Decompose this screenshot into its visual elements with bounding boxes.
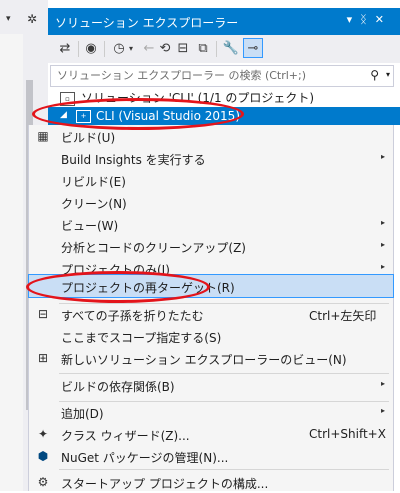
sync-icon[interactable]: ⟲ [156,39,174,57]
search-input[interactable] [51,66,363,84]
search-options-icon[interactable]: ▾ [386,70,390,79]
class-wizard-icon: ✦ [37,427,49,441]
menu-item-label: すべての子孫を折りたたむ [61,309,204,323]
search-icon[interactable]: ⚲ [370,68,379,82]
submenu-arrow-icon: ▸ [380,152,385,161]
window-dropdown-icon[interactable]: ▾ [347,13,361,26]
properties-wrench-icon[interactable]: 🔧 [222,39,240,57]
search-box[interactable]: ⚲ ▾ [50,65,394,87]
project-icon: + [76,110,91,123]
tree-project-node[interactable]: ◢ + CLI (Visual Studio 2015) [48,107,400,125]
menu-item-startup-config[interactable]: ⚙ スタートアップ プロジェクトの構成... [29,471,393,493]
menu-item-scope-to-this[interactable]: ここまでスコープ指定する(S) [29,325,393,347]
toolbar-separator [216,41,217,57]
menu-item-rebuild[interactable]: リビルド(E) [29,169,393,191]
menu-item-label: ここまでスコープ指定する(S) [61,331,222,345]
menu-item-label: NuGet パッケージの管理(N)... [61,451,229,465]
menu-item-label: クリーン(N) [61,197,127,211]
menu-item-label: 分析とコードのクリーンアップ(Z) [61,241,246,255]
gear-icon[interactable]: ✲ [27,12,37,26]
menu-item-label: ビルドの依存関係(B) [61,380,175,394]
gear-icon: ⚙ [37,475,49,489]
menu-item-label: ビルド(U) [61,131,116,145]
menu-item-label: ビュー(W) [61,219,119,233]
menu-item-add[interactable]: 追加(D) ▸ [29,401,393,423]
menu-item-view[interactable]: ビュー(W) ▸ [29,213,393,235]
menu-separator [59,469,389,470]
window-title: ソリューション エクスプローラー [55,16,239,30]
collapse-all-icon[interactable]: ⊟ [174,39,192,57]
menu-item-label: リビルド(E) [61,175,126,189]
menu-item-class-wizard[interactable]: ✦ クラス ウィザード(Z)... Ctrl+Shift+X [29,423,393,445]
toolbar-separator [78,41,79,57]
globe-icon[interactable]: ◉ [82,39,100,57]
menu-item-build[interactable]: ▦ ビルド(U) [29,125,393,147]
menu-item-new-explorer-view[interactable]: ⊞ 新しいソリューション エクスプローラーのビュー(N) [29,347,393,369]
nuget-icon: ⬢ [37,449,49,463]
menu-item-label: クラス ウィザード(Z)... [61,429,190,443]
menu-item-retarget-project[interactable]: プロジェクトの再ターゲット(R) [28,274,394,298]
build-icon: ▦ [37,129,49,143]
menu-item-label: 新しいソリューション エクスプローラーのビュー(N) [61,353,347,367]
submenu-arrow-icon: ▸ [380,406,385,415]
toolbar-separator [104,41,105,57]
context-menu: ▦ ビルド(U) Build Insights を実行する ▸ リビルド(E) … [28,125,394,491]
dropdown-icon[interactable]: ▾ [126,39,136,57]
menu-item-build-dependencies[interactable]: ビルドの依存関係(B) ▸ [29,374,393,396]
solution-explorer-titlebar: ソリューション エクスプローラー ▾ᛝ✕ [48,8,400,35]
editor-area [0,34,23,491]
menu-item-label: 追加(D) [61,407,104,421]
new-view-icon: ⊞ [37,351,49,365]
collapse-icon: ⊟ [37,307,49,321]
menu-shortcut: Ctrl+左矢印 [309,309,377,323]
menu-shortcut: Ctrl+Shift+X [309,427,386,441]
submenu-arrow-icon: ▸ [380,262,385,271]
menu-item-collapse-descendants[interactable]: ⊟ すべての子孫を折りたたむ Ctrl+左矢印 [29,303,393,325]
switch-views-icon[interactable]: ⇄ [56,39,74,57]
submenu-arrow-icon: ▸ [380,240,385,249]
menu-item-analyze[interactable]: 分析とコードのクリーンアップ(Z) ▸ [29,235,393,257]
preview-selected-icon[interactable]: ⊸ [243,38,263,58]
submenu-arrow-icon: ▸ [380,379,385,388]
tree-solution-node[interactable]: ▫ ソリューション 'CLI' (1/1 のプロジェクト) [60,89,380,107]
expand-arrow-icon[interactable]: ◢ [60,110,67,120]
menu-item-label: スタートアップ プロジェクトの構成... [61,477,269,491]
solution-label: ソリューション 'CLI' (1/1 のプロジェクト) [81,91,315,105]
window-controls: ▾ᛝ✕ [347,13,392,26]
close-icon[interactable]: ✕ [375,13,392,26]
show-all-files-icon[interactable]: ⧉ [194,39,212,57]
menu-item-clean[interactable]: クリーン(N) [29,191,393,213]
project-label: CLI (Visual Studio 2015) [96,109,240,123]
menu-item-label: プロジェクトの再ターゲット(R) [61,281,235,295]
menu-item-label: Build Insights を実行する [61,153,206,167]
solution-icon: ▫ [60,91,75,106]
submenu-arrow-icon: ▸ [380,218,385,227]
pin-icon[interactable]: ᛝ [360,13,375,26]
dropdown-arrow-icon[interactable]: ▾ [6,14,11,24]
menu-item-build-insights[interactable]: Build Insights を実行する ▸ [29,147,393,169]
toolbar: ⇄ ◉ ◷ ▾ ← ⟲ ⊟ ⧉ 🔧 ⊸ [48,35,400,63]
menu-item-nuget[interactable]: ⬢ NuGet パッケージの管理(N)... [29,445,393,467]
